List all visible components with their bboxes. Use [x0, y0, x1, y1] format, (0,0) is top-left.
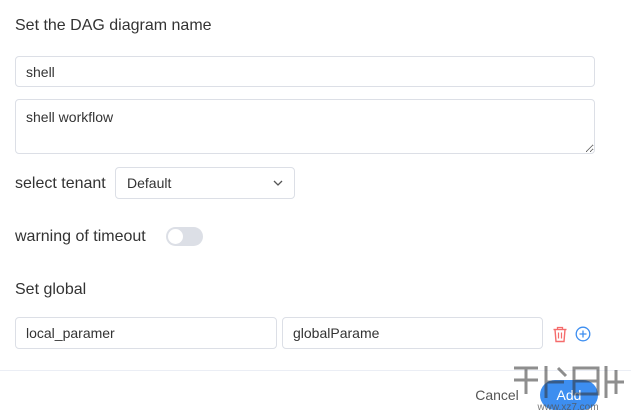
dag-name-input[interactable]: [15, 56, 595, 87]
tenant-label: select tenant: [15, 175, 106, 192]
footer-divider: [0, 370, 631, 371]
global-param-value-input[interactable]: [282, 317, 543, 349]
dag-settings-dialog: Set the DAG diagram name shell workflow …: [0, 0, 631, 417]
cancel-button[interactable]: Cancel: [462, 381, 532, 409]
global-params-heading: Set global: [15, 281, 87, 298]
dag-description-textarea[interactable]: shell workflow: [15, 99, 595, 154]
plus-circle-icon[interactable]: [575, 326, 591, 342]
chevron-down-icon: [273, 180, 283, 186]
global-param-key-input[interactable]: [15, 317, 277, 349]
timeout-toggle[interactable]: [166, 227, 203, 246]
toggle-knob: [168, 229, 183, 244]
add-button[interactable]: Add: [540, 380, 598, 410]
dag-name-heading: Set the DAG diagram name: [15, 17, 212, 34]
timeout-label: warning of timeout: [15, 228, 146, 245]
tenant-select[interactable]: Default: [115, 167, 295, 199]
trash-icon[interactable]: [552, 326, 568, 343]
tenant-selected-value: Default: [127, 175, 172, 191]
